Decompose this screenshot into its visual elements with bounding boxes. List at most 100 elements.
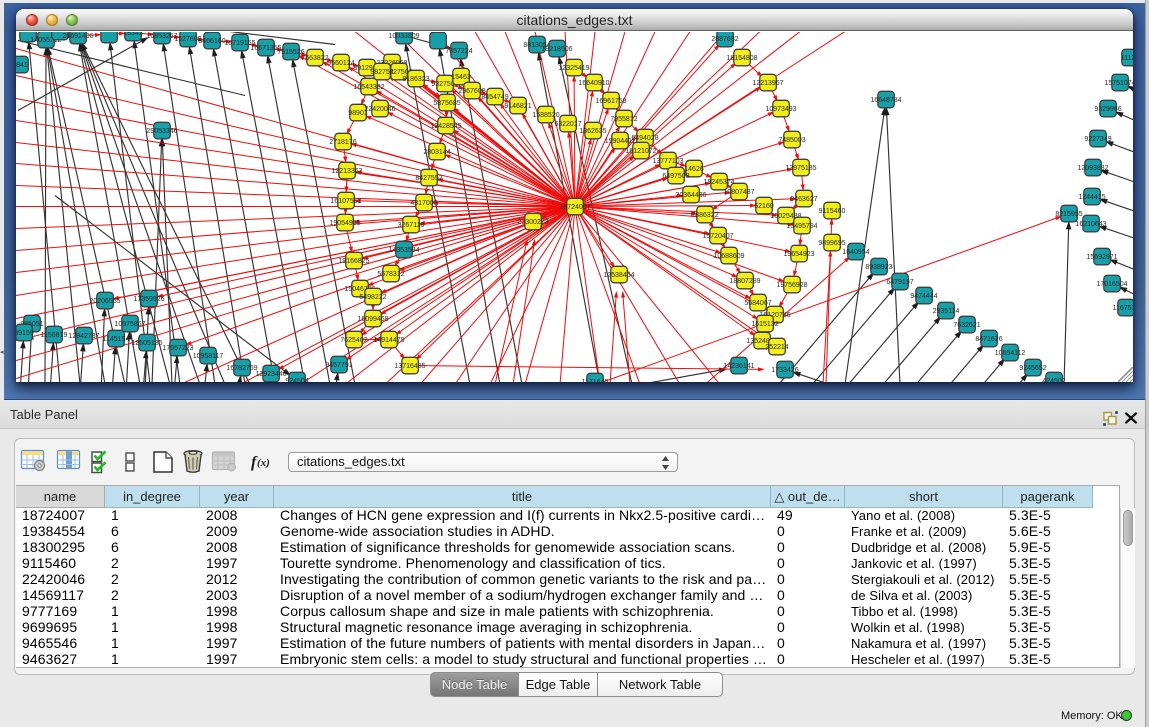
svg-text:1640954: 1640954 [842, 249, 869, 256]
svg-text:1167534: 1167534 [1113, 305, 1133, 312]
svg-text:12942737: 12942737 [68, 333, 99, 340]
svg-text:20691406: 20691406 [62, 33, 93, 40]
svg-text:8938923: 8938923 [865, 264, 892, 271]
svg-text:8427552: 8427552 [415, 175, 442, 182]
svg-text:4317006: 4317006 [410, 200, 437, 207]
svg-text:6322017: 6322017 [554, 121, 581, 128]
svg-text:15692971: 15692971 [1086, 254, 1117, 261]
svg-text:8471626: 8471626 [975, 336, 1002, 343]
svg-text:16648784: 16648784 [870, 97, 901, 104]
svg-text:9146821: 9146821 [504, 103, 531, 110]
svg-text:9227349: 9227349 [1084, 136, 1111, 143]
svg-text:10958117: 10958117 [193, 353, 224, 360]
svg-text:23300273: 23300273 [517, 219, 548, 226]
svg-text:19054985: 19054985 [329, 220, 360, 227]
svg-text:8215955: 8215955 [1055, 211, 1082, 218]
svg-text:13716485: 13716485 [394, 363, 425, 370]
svg-text:16640910: 16640910 [578, 80, 609, 87]
svg-text:19756928: 19756928 [776, 282, 807, 289]
svg-text:16107553: 16107553 [330, 198, 361, 205]
svg-text:9115460: 9115460 [819, 208, 846, 215]
svg-text:16121072: 16121072 [625, 148, 656, 155]
svg-text:20206555: 20206555 [89, 298, 120, 305]
svg-text:2803144: 2803144 [423, 149, 450, 156]
svg-text:13495794: 13495794 [786, 223, 817, 230]
svg-text:2935114: 2935114 [933, 308, 960, 315]
svg-text:9474444: 9474444 [910, 293, 937, 300]
svg-text:424502: 424502 [1042, 378, 1065, 382]
svg-text:7955812: 7955812 [610, 116, 637, 123]
svg-text:10654112: 10654112 [995, 350, 1026, 357]
svg-text:3267110: 3267110 [398, 222, 425, 229]
svg-text:14236141: 14236141 [723, 363, 754, 370]
svg-text:19166825: 19166825 [338, 258, 369, 265]
svg-text:5498222: 5498222 [359, 294, 386, 301]
svg-text:12538454: 12538454 [603, 272, 634, 279]
svg-text:16154808: 16154808 [726, 55, 757, 62]
svg-text:13975135: 13975135 [785, 165, 816, 172]
svg-text:1841: 1841 [16, 62, 28, 69]
svg-text:1362635: 1362635 [579, 128, 606, 135]
svg-text:12213967: 12213967 [752, 80, 783, 87]
svg-text:6479197: 6479197 [886, 279, 913, 286]
svg-text:19654923: 19654923 [783, 251, 814, 258]
svg-text:1244415: 1244415 [1078, 194, 1105, 201]
svg-text:16782759: 16782759 [226, 365, 257, 372]
svg-text:14626: 14626 [684, 166, 704, 173]
svg-text:1171645: 1171645 [582, 379, 609, 382]
svg-text:16961758: 16961758 [595, 98, 626, 105]
svg-text:16099468: 16099468 [357, 316, 388, 323]
svg-text:1588520: 1588520 [532, 112, 559, 119]
svg-text:8186323: 8186323 [402, 76, 429, 83]
svg-text:17016504: 17016504 [1096, 281, 1127, 288]
svg-text:9899695: 9899695 [818, 240, 845, 247]
svg-text:9457791: 9457791 [325, 362, 352, 369]
svg-text:15751074: 15751074 [1104, 80, 1133, 87]
svg-text:5678312: 5678312 [377, 271, 404, 278]
svg-text:18807289: 18807289 [729, 278, 760, 285]
svg-text:10688609: 10688609 [713, 253, 744, 260]
svg-text:10807487: 10807487 [723, 189, 754, 196]
svg-text:5875685: 5875685 [433, 100, 460, 107]
svg-text:20364436: 20364436 [675, 192, 706, 199]
svg-text:7357224: 7357224 [445, 48, 472, 55]
svg-text:18245374: 18245374 [703, 179, 734, 186]
svg-text:(x): (x) [257, 457, 270, 469]
svg-text:9329966: 9329966 [1094, 106, 1121, 113]
svg-text:14914479: 14914479 [373, 337, 404, 344]
svg-text:2718176: 2718176 [329, 139, 356, 146]
svg-text:11120: 11120 [1121, 55, 1133, 62]
svg-text:19218506: 19218506 [541, 46, 572, 53]
svg-text:18342: 18342 [123, 32, 143, 37]
svg-text:10853267: 10853267 [146, 33, 177, 40]
svg-text:62160: 62160 [754, 203, 774, 210]
svg-text:12213363: 12213363 [331, 168, 362, 175]
svg-text:13777103: 13777103 [652, 158, 683, 165]
svg-text:12923446: 12923446 [255, 371, 286, 378]
svg-text:8454749: 8454749 [481, 94, 508, 101]
svg-text:22420046: 22420046 [364, 106, 395, 113]
svg-text:17957223: 17957223 [162, 345, 193, 352]
svg-text:12428545: 12428545 [430, 123, 461, 130]
svg-text:1145194: 1145194 [103, 336, 130, 343]
svg-text:14353594: 14353594 [388, 247, 419, 254]
svg-text:10033809: 10033809 [388, 33, 419, 40]
svg-text:9463627: 9463627 [790, 196, 817, 203]
svg-text:7625402: 7625402 [340, 337, 367, 344]
svg-text:10973493: 10973493 [765, 106, 796, 113]
svg-text:12325419: 12325419 [558, 65, 589, 72]
svg-text:5684067: 5684067 [744, 300, 771, 307]
svg-text:16543382: 16543382 [353, 84, 384, 91]
svg-text:12093832: 12093832 [1077, 165, 1108, 172]
svg-text:15463: 15463 [451, 74, 471, 81]
svg-text:7632621: 7632621 [953, 322, 980, 329]
svg-text:9660124: 9660124 [327, 60, 354, 67]
svg-text:1733426: 1733426 [771, 367, 798, 374]
svg-text:39159: 39159 [16, 330, 34, 337]
svg-text:18724007: 18724007 [559, 204, 590, 211]
svg-text:17359926: 17359926 [133, 296, 164, 303]
svg-text:15720407: 15720407 [702, 233, 733, 240]
svg-text:2887682: 2887682 [711, 36, 738, 43]
svg-text:1156819: 1156819 [41, 332, 68, 339]
svg-text:10975867: 10975867 [114, 321, 145, 328]
